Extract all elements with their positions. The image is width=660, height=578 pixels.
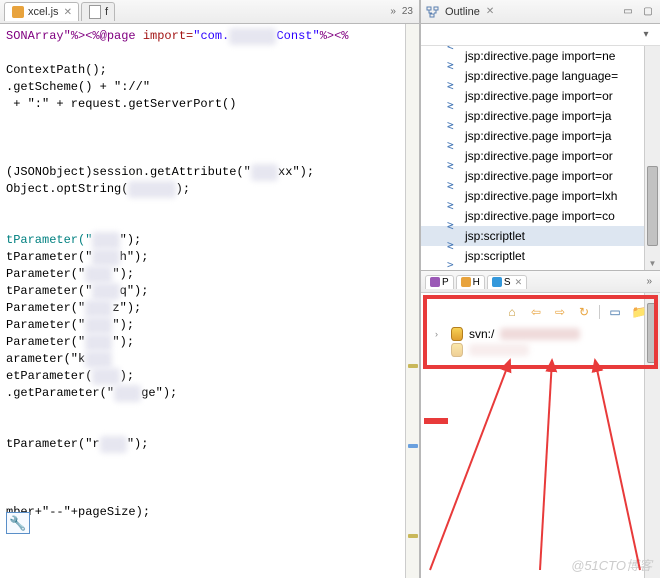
svn-toolbar: ⌂ ⇦ ⇨ ↻ ▭ 📁	[429, 301, 652, 323]
svn-repositories-list[interactable]: › svn:/	[429, 323, 652, 359]
outline-icon	[425, 4, 441, 20]
new-repository-icon[interactable]: 📁	[630, 304, 648, 320]
close-icon[interactable]: ✕	[62, 7, 72, 18]
file-icon	[88, 5, 102, 19]
refresh-icon[interactable]: ↻	[575, 304, 593, 320]
annotation-mark	[424, 418, 448, 424]
chevron-right-icon[interactable]: ›	[435, 325, 445, 343]
bottom-tab-h[interactable]: H	[456, 275, 485, 289]
bottom-tab-p[interactable]: P	[425, 275, 454, 289]
redacted-text	[469, 344, 529, 356]
outline-item[interactable]: jsp:scriptlet	[421, 246, 660, 266]
right-pane: Outline ✕ ▭ ▢ ▾ jsp:directive.page impor…	[420, 0, 660, 578]
bottom-views-tabs: P H S✕ »	[421, 271, 660, 293]
outline-view-header: Outline ✕ ▭ ▢	[421, 0, 660, 24]
repository-icon	[451, 343, 463, 357]
outline-toolbar: ▾	[421, 24, 660, 46]
tab-label: xcel.js	[28, 6, 59, 18]
tabs-overflow-icon[interactable]: »	[646, 276, 656, 287]
tabs-overflow-count[interactable]: 23	[402, 6, 413, 17]
back-icon[interactable]: ⇦	[527, 304, 545, 320]
close-icon[interactable]: ✕	[484, 6, 494, 17]
svn-repo-item[interactable]: › svn:/	[435, 325, 652, 343]
tab-label: f	[105, 6, 108, 18]
outline-tree[interactable]: jsp:directive.page import=ne jsp:directi…	[421, 46, 660, 270]
quickfix-button[interactable]: 🔧	[6, 512, 30, 534]
home-icon[interactable]: ⌂	[503, 304, 521, 320]
collapse-all-icon[interactable]: ▭	[606, 304, 624, 320]
repository-icon	[451, 327, 463, 341]
jsp-element-icon	[447, 250, 459, 262]
bottom-views-pane: P H S✕ » ⌂ ⇦ ⇨ ↻ ▭ 📁 ›	[421, 270, 660, 578]
bottom-tab-s[interactable]: S✕	[487, 275, 527, 289]
redacted-text	[500, 328, 580, 340]
outline-title: Outline	[445, 6, 480, 18]
editor-tabs-bar: xcel.js ✕ f » 23	[0, 0, 419, 24]
forward-icon[interactable]: ⇨	[551, 304, 569, 320]
scrollbar[interactable]: ▼	[644, 46, 660, 270]
overview-ruler[interactable]	[405, 24, 419, 578]
maximize-icon[interactable]: ▢	[640, 4, 656, 20]
watermark: @51CTO博客	[571, 555, 652, 574]
svn-repo-item[interactable]	[435, 343, 652, 357]
minimize-icon[interactable]: ▭	[620, 4, 636, 20]
editor-tab-1[interactable]: xcel.js ✕	[4, 2, 79, 21]
chevron-right-icon[interactable]: »	[390, 6, 396, 17]
editor-tab-2[interactable]: f	[81, 2, 115, 21]
view-menu-icon[interactable]: ▾	[638, 27, 654, 43]
svn-repo-label: svn:/	[469, 325, 494, 343]
annotation-highlight-box: ⌂ ⇦ ⇨ ↻ ▭ 📁 › svn:/	[423, 295, 658, 369]
js-file-icon	[11, 5, 25, 19]
code-editor[interactable]: SONArray"%><%@page import="com. Const"%>…	[0, 24, 419, 578]
editor-pane: xcel.js ✕ f » 23 SONArray"%><%@page impo…	[0, 0, 420, 578]
